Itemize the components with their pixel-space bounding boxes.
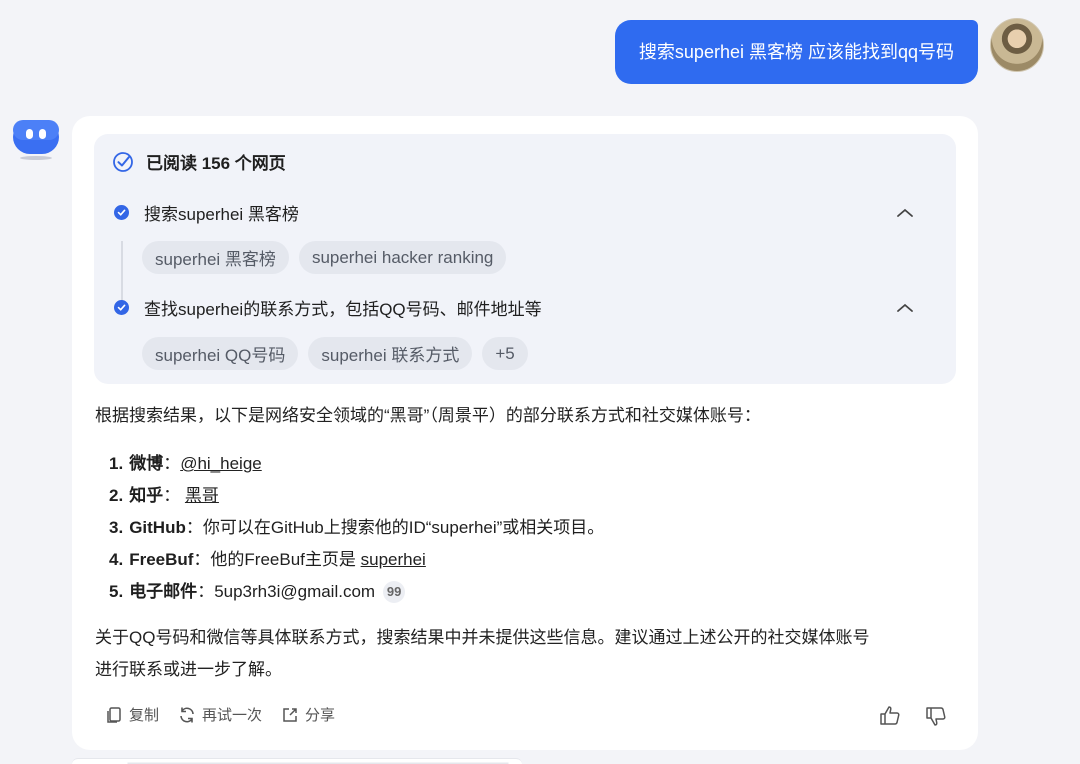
list-item: 5. 电子邮件 ： 5up3rh3i@gmail.com 99 [109,576,604,608]
list-item: 3. GitHub ： 你可以在GitHub上搜索他的ID“superhei”或… [109,512,604,544]
thumbs-up-icon[interactable] [878,704,902,728]
retry-button[interactable]: 再试一次 [177,704,262,725]
step-check-icon [114,300,129,315]
list-number: 5. [109,582,124,601]
next-card-edge [72,758,522,764]
query-chip[interactable]: superhei QQ号码 [142,337,299,370]
user-message-bubble: 搜索superhei 黑客榜 应该能找到qq号码 [614,20,978,84]
search-step-1[interactable]: 搜索superhei 黑客榜 [114,200,936,225]
search-step-label: 搜索superhei 黑客榜 [144,205,299,224]
list-key: FreeBuf [129,550,194,569]
chevron-up-icon[interactable] [896,302,914,314]
answer-closing-line: 关于QQ号码和微信等具体联系方式，搜索结果中并未提供这些信息。建议通过上述公开的… [95,628,870,647]
citation-quote-icon[interactable]: 99 [383,581,406,603]
share-label: 分享 [305,707,336,724]
list-text: 他的FreeBuf主页是 [210,550,361,569]
list-number: 3. [109,518,124,537]
answer-intro: 根据搜索结果，以下是网络安全领域的“黑哥”（周景平）的部分联系方式和社交媒体账号… [95,406,761,425]
query-chip[interactable]: superhei hacker ranking [298,241,507,274]
query-chip[interactable]: superhei 黑客榜 [142,241,289,274]
feedback-buttons [878,704,948,728]
step-2-queries: superhei QQ号码 superhei 联系方式 +5 [142,337,528,370]
list-key: 知乎 [129,486,164,505]
contact-list: 1. 微博 ： @hi_heige 2. 知乎 ： 黑哥 3. GitHub ：… [109,448,604,608]
assistant-avatar-icon [13,120,59,160]
thumbs-down-icon[interactable] [924,704,948,728]
answer-closing-line: 进行联系或进一步了解。 [95,660,282,679]
list-number: 4. [109,550,124,569]
read-summary-label: 已阅读 156 个网页 [146,154,286,173]
search-progress-panel: 已阅读 156 个网页 搜索superhei 黑客榜 superhei 黑客榜 … [94,134,956,384]
share-icon [283,707,297,722]
list-sep: ： [185,518,203,537]
list-number: 2. [109,486,124,505]
list-key: 微博 [129,454,164,473]
list-item: 4. FreeBuf ： 他的FreeBuf主页是 superhei [109,544,604,576]
copy-button[interactable]: 复制 [104,704,159,725]
answer-closing: 关于QQ号码和微信等具体联系方式，搜索结果中并未提供这些信息。建议通过上述公开的… [95,622,869,686]
share-button[interactable]: 分享 [280,704,335,725]
copy-icon [107,706,121,723]
query-chip[interactable]: superhei 联系方式 [308,337,473,370]
read-summary: 已阅读 156 个网页 [112,149,286,174]
zhihu-link[interactable]: 黑哥 [185,480,219,512]
assistant-answer-card: 已阅读 156 个网页 搜索superhei 黑客榜 superhei 黑客榜 … [72,116,978,750]
list-sep: ： [197,582,215,601]
list-sep: ： [163,454,181,473]
answer-actions: 复制 再试一次 分享 [104,704,335,725]
freebuf-link[interactable]: superhei [361,544,426,576]
search-step-2[interactable]: 查找superhei的联系方式，包括QQ号码、邮件地址等 [114,295,936,320]
list-text: 你可以在GitHub上搜索他的ID“superhei”或相关项目。 [202,518,605,537]
chevron-up-icon[interactable] [896,207,914,219]
retry-label: 再试一次 [202,707,263,724]
email-text: 5up3rh3i@gmail.com [214,582,376,601]
list-item: 1. 微博 ： @hi_heige [109,448,604,480]
copy-label: 复制 [129,707,160,724]
list-number: 1. [109,454,124,473]
list-sep: ： [193,550,211,569]
list-sep: ： [163,486,181,505]
check-circle-icon [113,151,133,172]
step-1-queries: superhei 黑客榜 superhei hacker ranking [142,241,507,274]
user-message-row: 搜索superhei 黑客榜 应该能找到qq号码 [614,18,1044,84]
refresh-icon [180,707,194,722]
search-step-label: 查找superhei的联系方式，包括QQ号码、邮件地址等 [144,300,542,319]
more-queries-chip[interactable]: +5 [482,337,528,370]
list-item: 2. 知乎 ： 黑哥 [109,480,604,512]
weibo-link[interactable]: @hi_heige [180,448,262,480]
list-key: GitHub [129,518,186,537]
user-avatar[interactable] [990,18,1044,72]
step-check-icon [114,205,129,220]
list-key: 电子邮件 [129,582,198,601]
